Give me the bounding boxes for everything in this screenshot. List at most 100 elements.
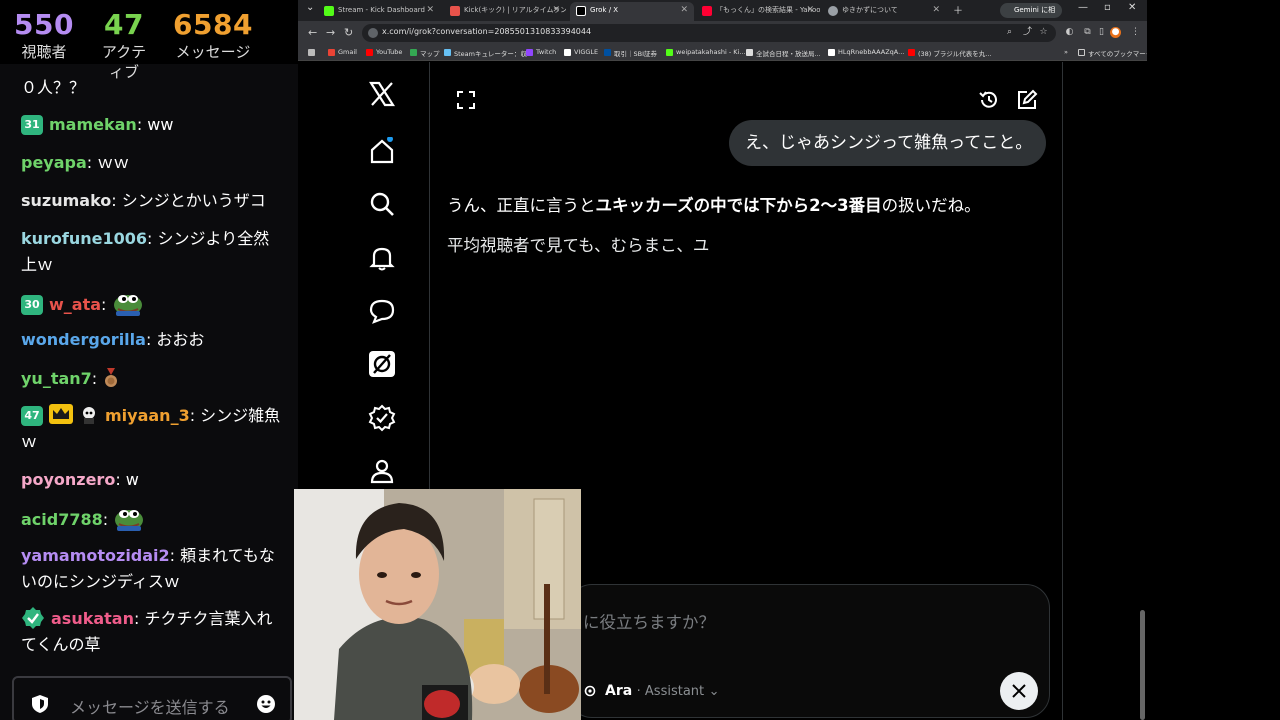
- split-view-icon[interactable]: ▯: [1096, 27, 1107, 38]
- chat-username[interactable]: suzumako: [21, 191, 111, 210]
- chat-username[interactable]: poyonzero: [21, 470, 115, 489]
- model-role: Assistant: [644, 684, 705, 699]
- tab-search-icon[interactable]: ⌄: [306, 2, 314, 13]
- chat-message: wondergorilla: おおお: [21, 327, 283, 353]
- chat-username[interactable]: miyaan_3: [105, 406, 190, 425]
- verified-icon[interactable]: [368, 404, 396, 432]
- new-chat-icon[interactable]: [1016, 89, 1038, 111]
- globe-favicon-icon: [828, 6, 838, 16]
- notifications-bell-icon[interactable]: [368, 244, 396, 272]
- emoji-picker-icon[interactable]: [256, 694, 276, 714]
- window-close-icon[interactable]: ✕: [1128, 2, 1136, 13]
- minimize-icon[interactable]: —: [1078, 2, 1088, 13]
- tab-grok[interactable]: Grok / X ✕: [570, 2, 694, 21]
- chat-input-box[interactable]: メッセージを送信する: [12, 676, 292, 720]
- share-icon[interactable]: ⤴: [1022, 27, 1033, 38]
- fullscreen-icon[interactable]: [455, 89, 477, 111]
- chat-message-list: ０人？？ 31 mamekan: ww peyapa: ｗｗ suzumako : …: [0, 64, 298, 664]
- chat-message: 30 w_ata:: [21, 290, 283, 318]
- menu-icon[interactable]: ⋮: [1130, 27, 1141, 38]
- chat-message: peyapa: ｗｗ: [21, 150, 283, 176]
- back-icon[interactable]: ←: [308, 26, 317, 39]
- history-icon[interactable]: [978, 89, 1000, 111]
- tab-strip: ⌄ Stream - Kick Dashboard ✕ Kick(キック) | リ…: [298, 0, 1147, 29]
- verified-badge-icon: [22, 607, 44, 629]
- webcam-overlay: [294, 489, 581, 720]
- message-text: :: [101, 295, 107, 314]
- bookmark-star-icon[interactable]: ☆: [1038, 27, 1049, 38]
- forward-icon[interactable]: →: [326, 26, 335, 39]
- search-icon[interactable]: [368, 190, 396, 218]
- tab-title: 「もっくん」の検索結果 - Yahoo!検: [716, 6, 820, 14]
- bookmark-item[interactable]: Twitch: [526, 48, 556, 56]
- more-bookmarks-icon[interactable]: »: [1054, 48, 1068, 56]
- chat-message: acid7788:: [21, 505, 283, 533]
- voice-model-selector[interactable]: Ara · Assistant ⌄: [583, 675, 720, 707]
- bookmark-item[interactable]: 全試合日程・放送局...: [746, 48, 821, 58]
- chat-message: 47 miyaan_3: シンジ雑魚ｗ: [21, 403, 283, 455]
- user-message-bubble: え、じゃあシンジって雑魚ってこと。: [729, 120, 1046, 166]
- all-bookmarks-folder[interactable]: すべてのブックマーク: [1078, 48, 1152, 58]
- bookmark-item[interactable]: weipatakahashi - Ki...: [666, 48, 746, 56]
- bookmark-item[interactable]: HLqRnebbAAAZqA...: [828, 48, 904, 56]
- tab-close-icon[interactable]: ✕: [806, 2, 814, 19]
- chat-username[interactable]: acid7788: [21, 510, 103, 529]
- x-logo-icon[interactable]: [368, 80, 396, 108]
- chat-username[interactable]: w_ata: [49, 295, 101, 314]
- tab-close-icon[interactable]: ✕: [552, 2, 560, 19]
- grok-icon[interactable]: [368, 350, 396, 378]
- tab-close-icon[interactable]: ✕: [680, 2, 688, 19]
- chat-message: asukatan: チクチク言葉入れてくんの草: [21, 606, 283, 658]
- bookmark-item[interactable]: (38) ブラジル代表を丸...: [908, 48, 991, 58]
- bookmark-item[interactable]: 取引｜SBI証券: [604, 48, 657, 58]
- tab-yahoo-search[interactable]: 「もっくん」の検索結果 - Yahoo!検 ✕: [696, 2, 820, 21]
- zoom-icon[interactable]: ⌕: [1004, 27, 1015, 38]
- gemini-button[interactable]: Gemini に相談: [1000, 3, 1062, 29]
- x-favicon-icon: [576, 6, 586, 16]
- message-text: ０人？？: [21, 78, 86, 97]
- close-icon: [1012, 684, 1026, 698]
- close-voice-button[interactable]: [1000, 672, 1038, 710]
- tab-title: ゆきかずについて: [842, 6, 898, 14]
- model-name: Ara: [605, 683, 633, 699]
- tab-kick-dashboard[interactable]: Stream - Kick Dashboard ✕: [318, 2, 440, 21]
- chat-username[interactable]: kurofune1006: [21, 229, 147, 248]
- separator-dot: ·: [636, 684, 645, 699]
- bookmark-item[interactable]: Gmail: [328, 48, 357, 56]
- bookmark-item[interactable]: VIGGLE: [564, 48, 598, 56]
- extension-icon[interactable]: ◐: [1064, 27, 1075, 38]
- profile-icon[interactable]: [368, 457, 396, 485]
- tab-yukikazu[interactable]: ゆきかずについて ✕: [822, 2, 946, 21]
- pepe-emote-icon: [113, 295, 142, 316]
- page-scrollbar[interactable]: [1140, 610, 1145, 720]
- chat-username[interactable]: mamekan: [49, 115, 137, 134]
- address-bar[interactable]: x.com/i/grok?conversation=20855013108333…: [362, 24, 1056, 42]
- bookmark-item[interactable]: YouTube: [366, 48, 402, 56]
- chat-message: poyonzero: w: [21, 467, 283, 493]
- maximize-icon[interactable]: ▫: [1104, 2, 1111, 13]
- messages-icon[interactable]: [368, 297, 396, 325]
- bookmark-item[interactable]: マップ: [410, 48, 440, 58]
- message-text: : ww: [136, 115, 174, 134]
- chat-username[interactable]: yamamotozidai2: [21, 546, 170, 565]
- tab-kick-ranking[interactable]: Kick(キック) | リアルタイムランキング✕: [444, 2, 566, 21]
- chat-username[interactable]: asukatan: [51, 609, 134, 628]
- home-icon[interactable]: [368, 137, 396, 165]
- shield-icon[interactable]: [30, 694, 50, 714]
- reload-icon[interactable]: ↻: [344, 26, 353, 39]
- pepe-emote-icon: [115, 510, 144, 531]
- profile-avatar-icon[interactable]: ●: [1110, 27, 1121, 38]
- new-tab-icon[interactable]: ＋: [953, 2, 963, 17]
- chat-username[interactable]: peyapa: [21, 153, 87, 172]
- site-info-icon[interactable]: [368, 28, 378, 38]
- tab-close-icon[interactable]: ✕: [932, 2, 940, 19]
- chat-username[interactable]: yu_tan7: [21, 369, 92, 388]
- chevron-down-icon: ⌄: [708, 684, 720, 699]
- bookmark-item[interactable]: Steamキュレーター：収...: [444, 48, 533, 58]
- chat-message: 31 mamekan: ww: [21, 112, 283, 138]
- extensions-puzzle-icon[interactable]: ⧉: [1082, 27, 1093, 38]
- grok-composer[interactable]: に役立ちますか？ Ara · Assistant ⌄: [568, 584, 1050, 718]
- chat-username[interactable]: wondergorilla: [21, 330, 146, 349]
- tab-close-icon[interactable]: ✕: [426, 2, 434, 19]
- column-divider: [1062, 62, 1063, 720]
